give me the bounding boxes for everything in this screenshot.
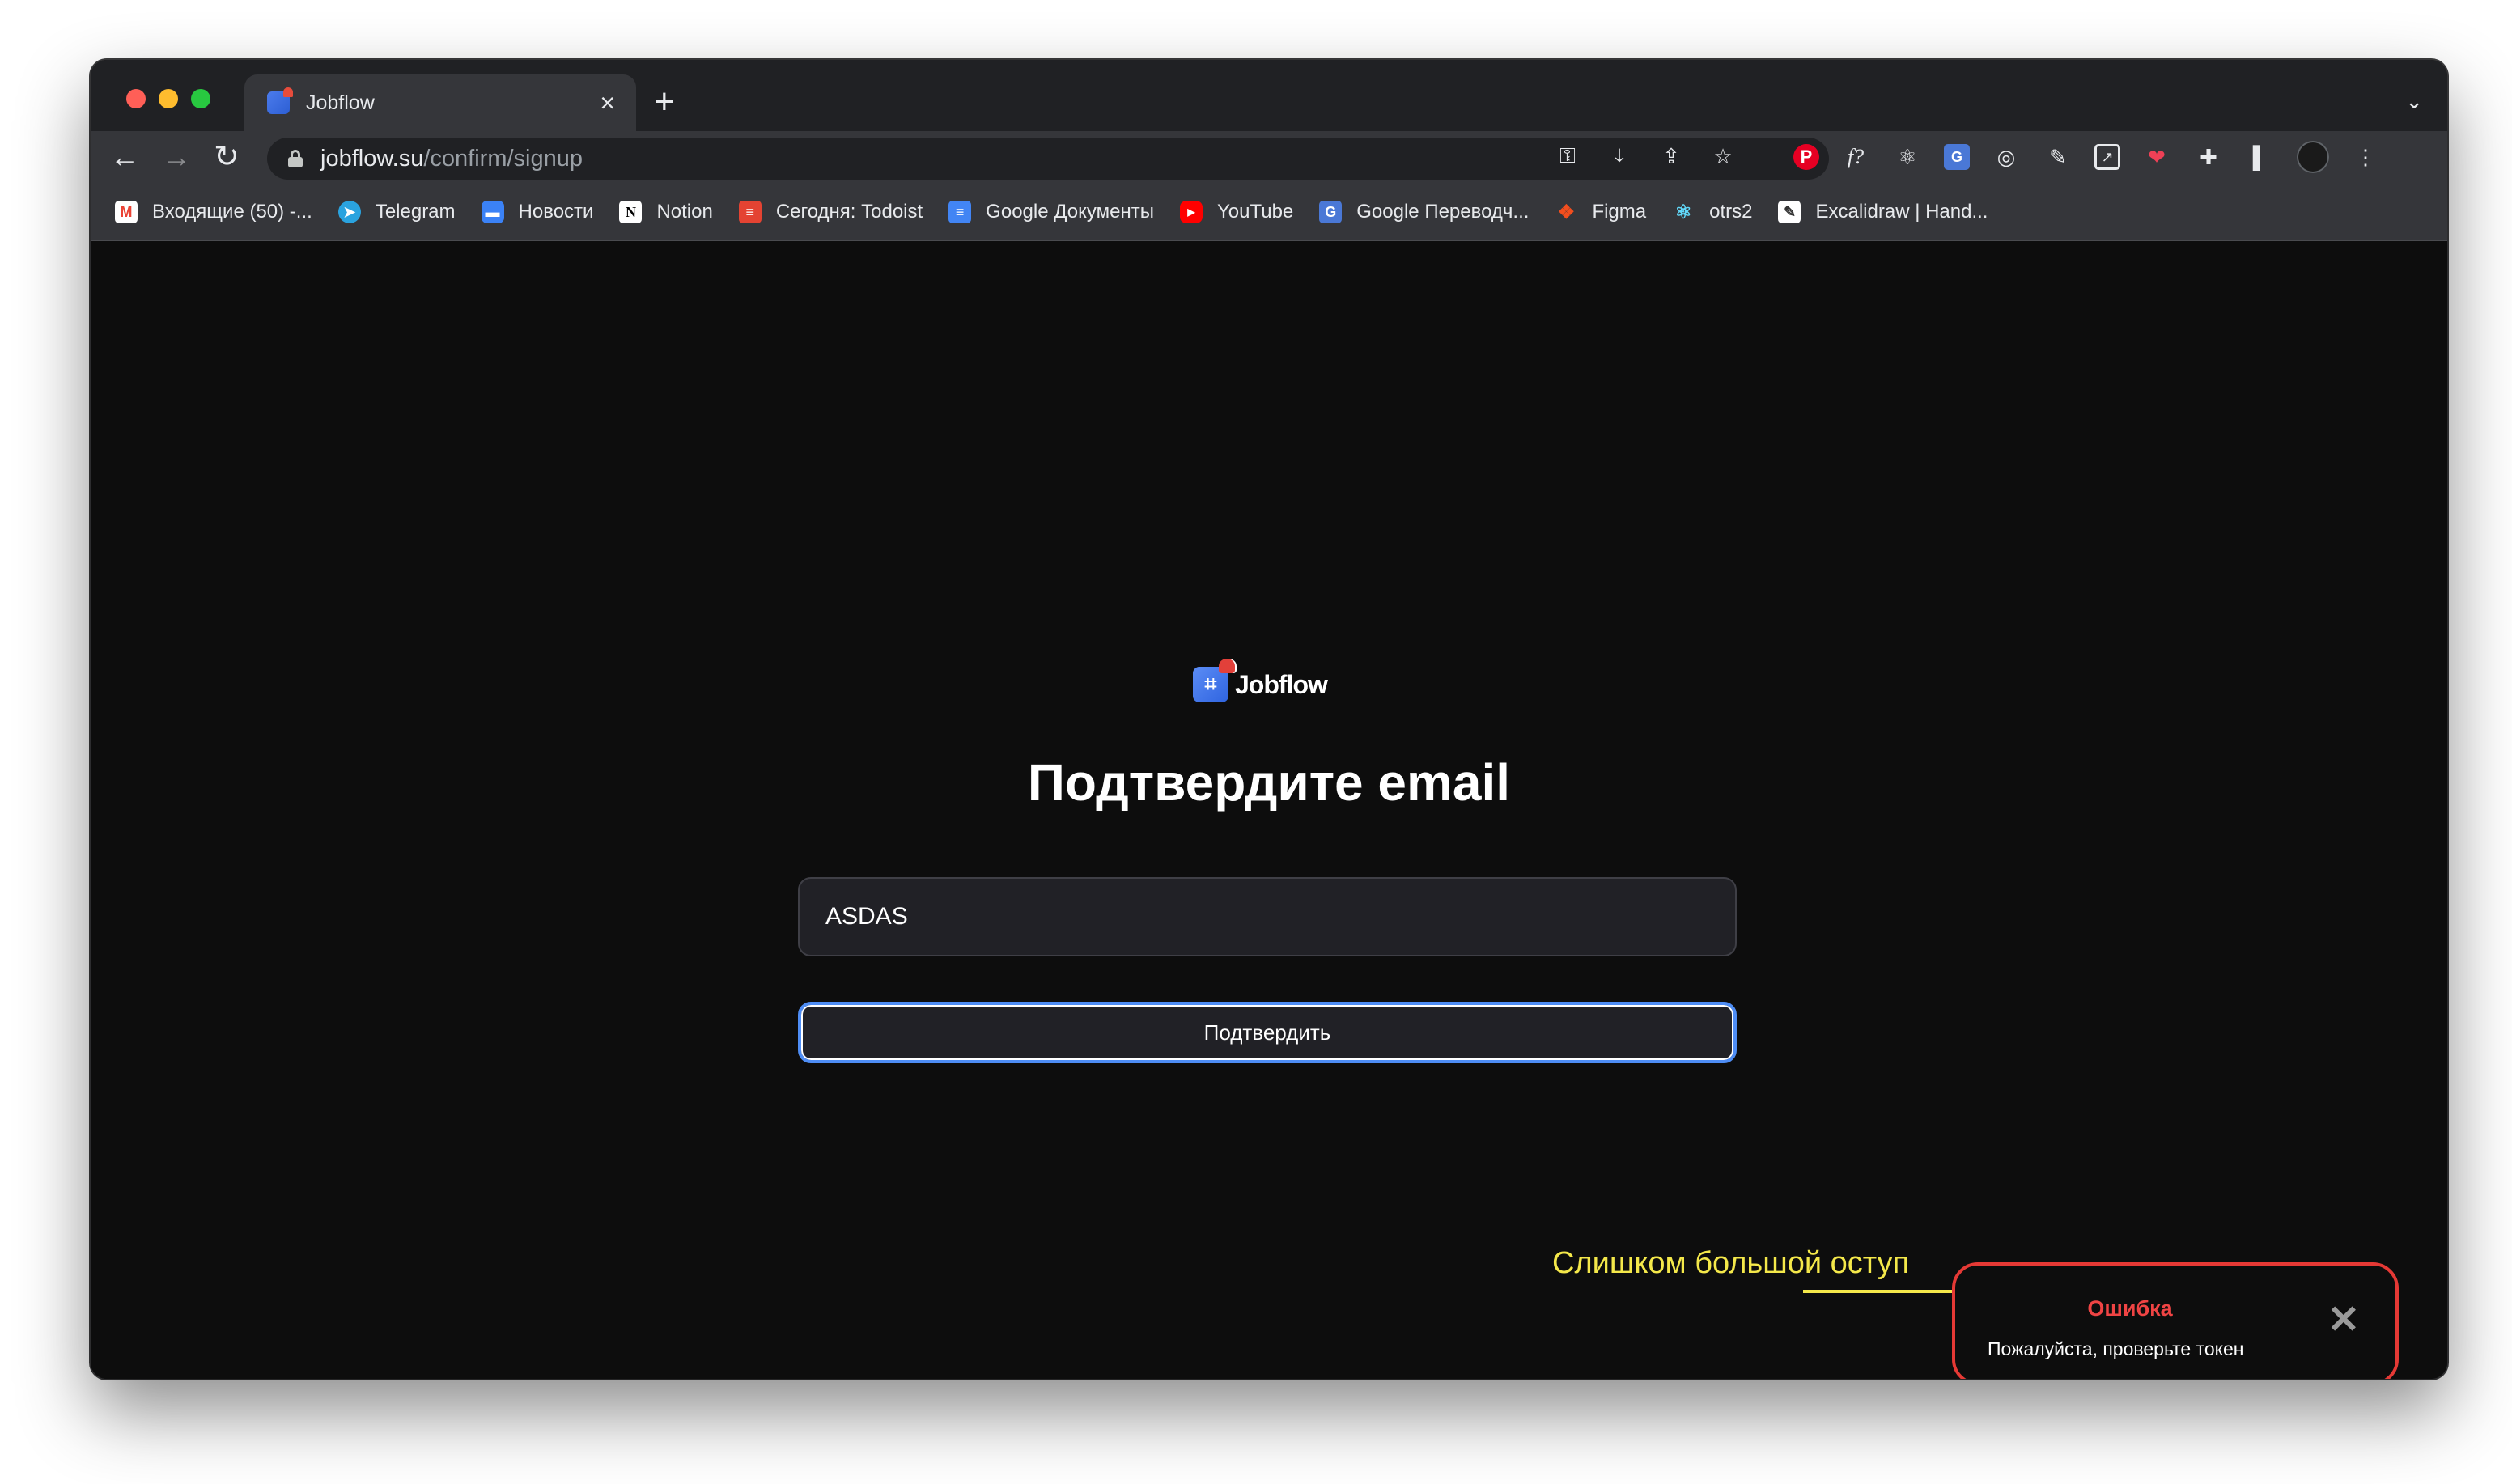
url-host: jobflow.su bbox=[320, 145, 424, 172]
annotation-arrow bbox=[1803, 1283, 1976, 1300]
tab-jobflow[interactable]: Jobflow × bbox=[244, 74, 636, 131]
share-icon[interactable]: ⇪ bbox=[1656, 141, 1687, 172]
target-icon[interactable]: ◎ bbox=[1991, 142, 2022, 172]
install-icon[interactable]: ⤓ bbox=[1604, 141, 1635, 172]
error-toast: Ошибка Пожалуйста, проверьте токен ✕ bbox=[1952, 1262, 2399, 1379]
bookmark-label: Notion bbox=[656, 201, 713, 223]
minimize-window-button[interactable] bbox=[159, 89, 178, 108]
pinterest-icon[interactable]: P bbox=[1793, 144, 1819, 170]
tab-close-icon[interactable]: × bbox=[600, 90, 615, 116]
forward-arrow-icon[interactable]: → bbox=[162, 141, 191, 173]
bookmark-gmail[interactable]: M Входящие (50) -... bbox=[115, 201, 312, 223]
gmail-icon: M bbox=[115, 201, 138, 223]
tab-search-chevron-icon[interactable]: ⌄ bbox=[2405, 89, 2423, 114]
react-icon: ⚛ bbox=[1674, 201, 1692, 223]
kebab-menu-icon[interactable]: ⋮ bbox=[2350, 142, 2381, 172]
bookmark-youtube[interactable]: ▶ YouTube bbox=[1179, 201, 1294, 223]
jobflow-logo-icon: ⌗ bbox=[1193, 659, 1235, 702]
page-content: ⌗ Jobflow Подтвердите email Подтвердить … bbox=[91, 243, 2447, 1379]
title-bar: Jobflow × + ⌄ bbox=[91, 60, 2447, 131]
box-arrow-icon[interactable]: ↗ bbox=[2094, 144, 2120, 170]
toast-message: Пожалуйста, проверьте токен bbox=[1988, 1338, 2244, 1359]
sidepanel-icon[interactable]: ▌ bbox=[2245, 142, 2276, 172]
bookmarks-bar: M Входящие (50) -... ➤ Telegram ▬ Новост… bbox=[91, 184, 2447, 241]
bookmark-label: Google Документы bbox=[986, 201, 1154, 223]
token-input[interactable] bbox=[798, 877, 1737, 956]
bookmark-otrs2[interactable]: ⚛ otrs2 bbox=[1672, 201, 1752, 223]
bookmark-label: Telegram bbox=[375, 201, 456, 223]
bookmark-label: Google Переводч... bbox=[1356, 201, 1530, 223]
bookmark-telegram[interactable]: ➤ Telegram bbox=[337, 201, 456, 223]
bookmark-figma[interactable]: ❖ Figma bbox=[1555, 201, 1646, 223]
excalidraw-icon: ✎ bbox=[1778, 201, 1801, 223]
bookmark-google-translate[interactable]: G Google Переводч... bbox=[1319, 201, 1529, 223]
omnibox-actions: ⚿ ⤓ ⇪ ☆ bbox=[1552, 141, 1738, 172]
bookmark-notion[interactable]: N Notion bbox=[619, 201, 713, 223]
translate-icon[interactable]: G bbox=[1944, 144, 1970, 170]
close-window-button[interactable] bbox=[126, 89, 146, 108]
jobflow-favicon-icon bbox=[267, 87, 293, 114]
toast-title: Ошибка bbox=[2087, 1296, 2173, 1321]
pen-icon[interactable]: ✎ bbox=[2043, 142, 2073, 172]
youtube-icon: ▶ bbox=[1179, 201, 1203, 223]
browser-toolbar: ← → ↻ jobflow.su/confirm/signup ⚿ ⤓ ⇪ ☆ … bbox=[91, 131, 2447, 184]
bookmark-label: Новости bbox=[518, 201, 594, 223]
key-icon[interactable]: ⚿ bbox=[1552, 141, 1583, 172]
bookmark-label: Figma bbox=[1592, 201, 1647, 223]
extensions-bar: P f? ⚛ G ◎ ✎ ↗ ❤ ✚ ▌ ⋮ bbox=[1793, 141, 2381, 173]
logo-text: Jobflow bbox=[1235, 669, 1328, 699]
url-text[interactable]: jobflow.su/confirm/signup bbox=[320, 146, 583, 172]
bookmark-label: otrs2 bbox=[1709, 201, 1753, 223]
bookmark-label: Excalidraw | Hand... bbox=[1815, 201, 1988, 223]
google-translate-icon: G bbox=[1319, 201, 1343, 223]
reload-icon[interactable]: ↻ bbox=[214, 141, 240, 173]
bookmark-todoist[interactable]: ≡ Сегодня: Todoist bbox=[738, 201, 923, 223]
close-icon[interactable]: ✕ bbox=[2327, 1301, 2360, 1340]
bookmark-label: YouTube bbox=[1216, 201, 1294, 223]
pocket-icon[interactable]: ❤ bbox=[2141, 142, 2172, 172]
jobflow-logo: ⌗ Jobflow bbox=[1193, 659, 1328, 702]
star-icon[interactable]: ☆ bbox=[1708, 141, 1738, 172]
bookmark-label: Сегодня: Todoist bbox=[775, 201, 923, 223]
page-title: Подтвердите email bbox=[1027, 753, 1511, 812]
fx-icon[interactable]: f? bbox=[1840, 142, 1871, 172]
bookmark-label: Входящие (50) -... bbox=[152, 201, 312, 223]
maximize-window-button[interactable] bbox=[191, 89, 210, 108]
annotation-text: Слишком большой оступ bbox=[1552, 1246, 1910, 1280]
lock-icon[interactable] bbox=[288, 150, 303, 167]
tab-title: Jobflow bbox=[306, 91, 375, 114]
avatar-icon[interactable] bbox=[2297, 141, 2329, 173]
back-arrow-icon[interactable]: ← bbox=[110, 141, 139, 173]
bookmark-excalidraw[interactable]: ✎ Excalidraw | Hand... bbox=[1778, 201, 1988, 223]
confirm-button[interactable]: Подтвердить bbox=[798, 1002, 1737, 1063]
new-tab-button[interactable]: + bbox=[654, 84, 675, 120]
browser-window: Jobflow × + ⌄ ← → ↻ jobflow.su/confirm/s… bbox=[91, 60, 2447, 1379]
bookmark-google-docs[interactable]: ≡ Google Документы bbox=[948, 201, 1154, 223]
figma-icon: ❖ bbox=[1557, 201, 1576, 223]
url-path: /confirm/signup bbox=[423, 145, 583, 172]
google-docs-icon: ≡ bbox=[948, 201, 972, 223]
notion-icon: N bbox=[619, 201, 643, 223]
puzzle-icon[interactable]: ✚ bbox=[2193, 142, 2224, 172]
chat-icon: ▬ bbox=[481, 201, 504, 223]
telegram-icon: ➤ bbox=[337, 201, 361, 223]
react-devtools-icon[interactable]: ⚛ bbox=[1892, 142, 1923, 172]
todoist-icon: ≡ bbox=[738, 201, 762, 223]
bookmark-news[interactable]: ▬ Новости bbox=[481, 201, 594, 223]
